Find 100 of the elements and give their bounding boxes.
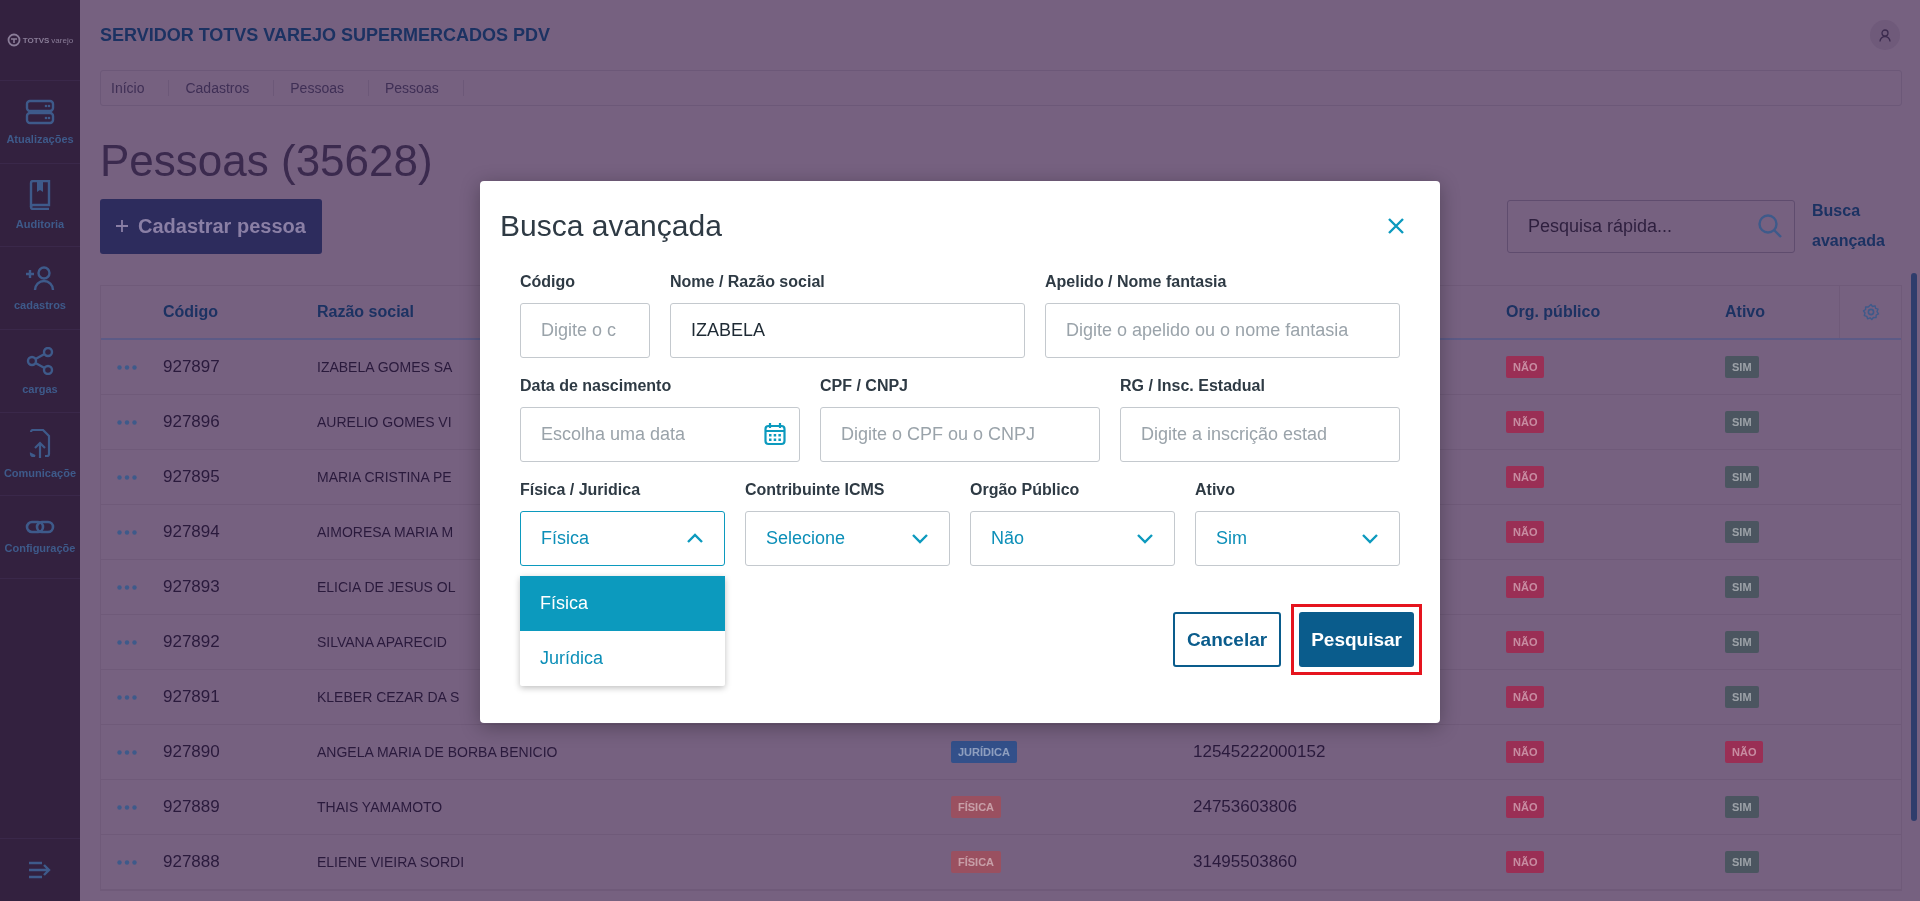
chevron-down-icon[interactable] [1361, 533, 1379, 544]
new-person-button[interactable]: Cadastrar pessoa [100, 198, 322, 254]
more-options-icon[interactable] [117, 639, 137, 645]
person-type-tag: FÍSICA [951, 851, 1002, 873]
user-avatar[interactable] [1870, 20, 1900, 50]
select-field[interactable]: Física [520, 511, 725, 566]
more-options-icon[interactable] [117, 694, 137, 700]
status-tag: NÃO [1506, 411, 1545, 433]
more-options-icon[interactable] [117, 859, 137, 865]
table-cell: 927897 [163, 357, 220, 377]
calendar-icon[interactable] [764, 422, 786, 446]
breadcrumb-item[interactable]: Cadastros [175, 80, 275, 96]
select-field[interactable]: Não [970, 511, 1175, 566]
close-icon[interactable] [1387, 217, 1405, 235]
scrollbar[interactable] [1911, 273, 1917, 821]
more-options-icon[interactable] [117, 474, 137, 480]
table-cell: 24753603806 [1193, 797, 1297, 817]
more-options-icon[interactable] [117, 749, 137, 755]
status-tag: NÃO [1506, 741, 1545, 763]
field-label: Código [520, 273, 577, 291]
field-label: CPF / CNPJ [820, 377, 909, 395]
server-icon[interactable] [25, 99, 55, 125]
table-cell: 31495503860 [1193, 852, 1297, 872]
more-options-icon[interactable] [117, 364, 137, 370]
status-tag: SIM [1725, 466, 1759, 488]
table-cell: AIMORESA MARIA M [317, 524, 454, 540]
status-tag: NÃO [1725, 741, 1764, 763]
settings-icon[interactable] [1861, 303, 1880, 321]
select-field[interactable]: Selecione [745, 511, 950, 566]
sidebar-item[interactable]: Configuraçõe [4, 542, 76, 554]
table-cell: 927891 [163, 687, 220, 707]
field-label: Física / Juridica [520, 481, 642, 499]
table-cell: THAIS YAMAMOTO [317, 799, 443, 815]
input-field[interactable]: IZABELA [670, 303, 1025, 358]
sidebar-item[interactable]: Comunicaçõe [3, 467, 77, 479]
table-cell: MARIA CRISTINA PE [317, 469, 452, 485]
add-user-icon[interactable] [25, 265, 55, 291]
status-tag: NÃO [1506, 576, 1545, 598]
column-header[interactable]: Código [163, 303, 219, 321]
sidebar-item[interactable]: cargas [22, 383, 58, 395]
field-label: Contribuinte ICMS [745, 481, 886, 499]
column-header[interactable]: Razão social [317, 303, 414, 321]
table-cell: KLEBER CEZAR DA S [317, 689, 460, 705]
search-button[interactable]: Pesquisar [1299, 612, 1414, 667]
status-tag: SIM [1725, 851, 1759, 873]
status-tag: NÃO [1506, 466, 1545, 488]
breadcrumb-item[interactable]: Pessoas [280, 80, 369, 96]
status-tag: NÃO [1506, 796, 1545, 818]
input-field[interactable]: Digite a inscrição estad [1120, 407, 1400, 462]
field-label: Apelido / Nome fantasia [1045, 273, 1228, 291]
cancel-button[interactable]: Cancelar [1172, 612, 1282, 667]
link-icon[interactable] [25, 520, 55, 534]
dropdown-option[interactable]: Jurídica [520, 631, 725, 686]
share-icon[interactable] [26, 347, 54, 375]
table-cell: ELIENE VIEIRA SORDI [317, 854, 465, 870]
file-upload-icon[interactable] [29, 429, 51, 459]
app-title: SERVIDOR TOTVS VAREJO SUPERMERCADOS PDV [100, 24, 551, 46]
input-field[interactable]: Digite o CPF ou o CNPJ [820, 407, 1100, 462]
sidebar-item[interactable]: Atualizações [6, 133, 74, 145]
more-options-icon[interactable] [117, 804, 137, 810]
column-header[interactable]: Org. público [1506, 303, 1601, 321]
status-tag: NÃO [1506, 851, 1545, 873]
plus-icon [116, 220, 128, 232]
table-cell: ELICIA DE JESUS OL [317, 579, 456, 595]
dialog-title: Busca avançada [500, 209, 722, 243]
more-options-icon[interactable] [117, 529, 137, 535]
select-field[interactable]: Sim [1195, 511, 1400, 566]
dropdown-option[interactable]: Física [520, 576, 725, 631]
status-tag: SIM [1725, 576, 1759, 598]
input-field[interactable]: Digite o c [520, 303, 650, 358]
more-options-icon[interactable] [117, 584, 137, 590]
table-cell: ANGELA MARIA DE BORBA BENICIO [317, 744, 558, 760]
field-label: Data de nascimento [520, 377, 673, 395]
status-tag: SIM [1725, 411, 1759, 433]
status-tag: NÃO [1506, 686, 1545, 708]
table-cell: 927892 [163, 632, 220, 652]
field-label: Orgão Público [970, 481, 1081, 499]
quick-search-field[interactable]: Pesquisa rápida... [1507, 199, 1795, 253]
page-title: Pessoas (35628) [100, 136, 434, 187]
advanced-search-link[interactable]: Busca avançada [1812, 196, 1902, 256]
input-field[interactable]: Digite o apelido ou o nome fantasia [1045, 303, 1400, 358]
search-icon[interactable] [1757, 212, 1783, 239]
menu-collapse-icon[interactable] [28, 861, 52, 879]
breadcrumb-item[interactable]: Pessoas [375, 80, 464, 96]
status-tag: NÃO [1506, 631, 1545, 653]
date-field[interactable]: Escolha uma data [520, 407, 800, 462]
status-tag: SIM [1725, 796, 1759, 818]
status-tag: SIM [1725, 356, 1759, 378]
sidebar-item[interactable]: Auditoria [15, 218, 65, 230]
field-label: Ativo [1195, 481, 1236, 499]
table-cell: SILVANA APARECID [317, 634, 447, 650]
chevron-up-icon[interactable] [686, 533, 704, 544]
field-label: Nome / Razão social [670, 273, 826, 291]
more-options-icon[interactable] [117, 419, 137, 425]
column-header[interactable]: Ativo [1725, 303, 1765, 321]
sidebar-item[interactable]: cadastros [14, 299, 66, 311]
chevron-down-icon[interactable] [1136, 533, 1154, 544]
table-cell: 927895 [163, 467, 220, 487]
book-icon[interactable] [28, 180, 52, 210]
chevron-down-icon[interactable] [911, 533, 929, 544]
